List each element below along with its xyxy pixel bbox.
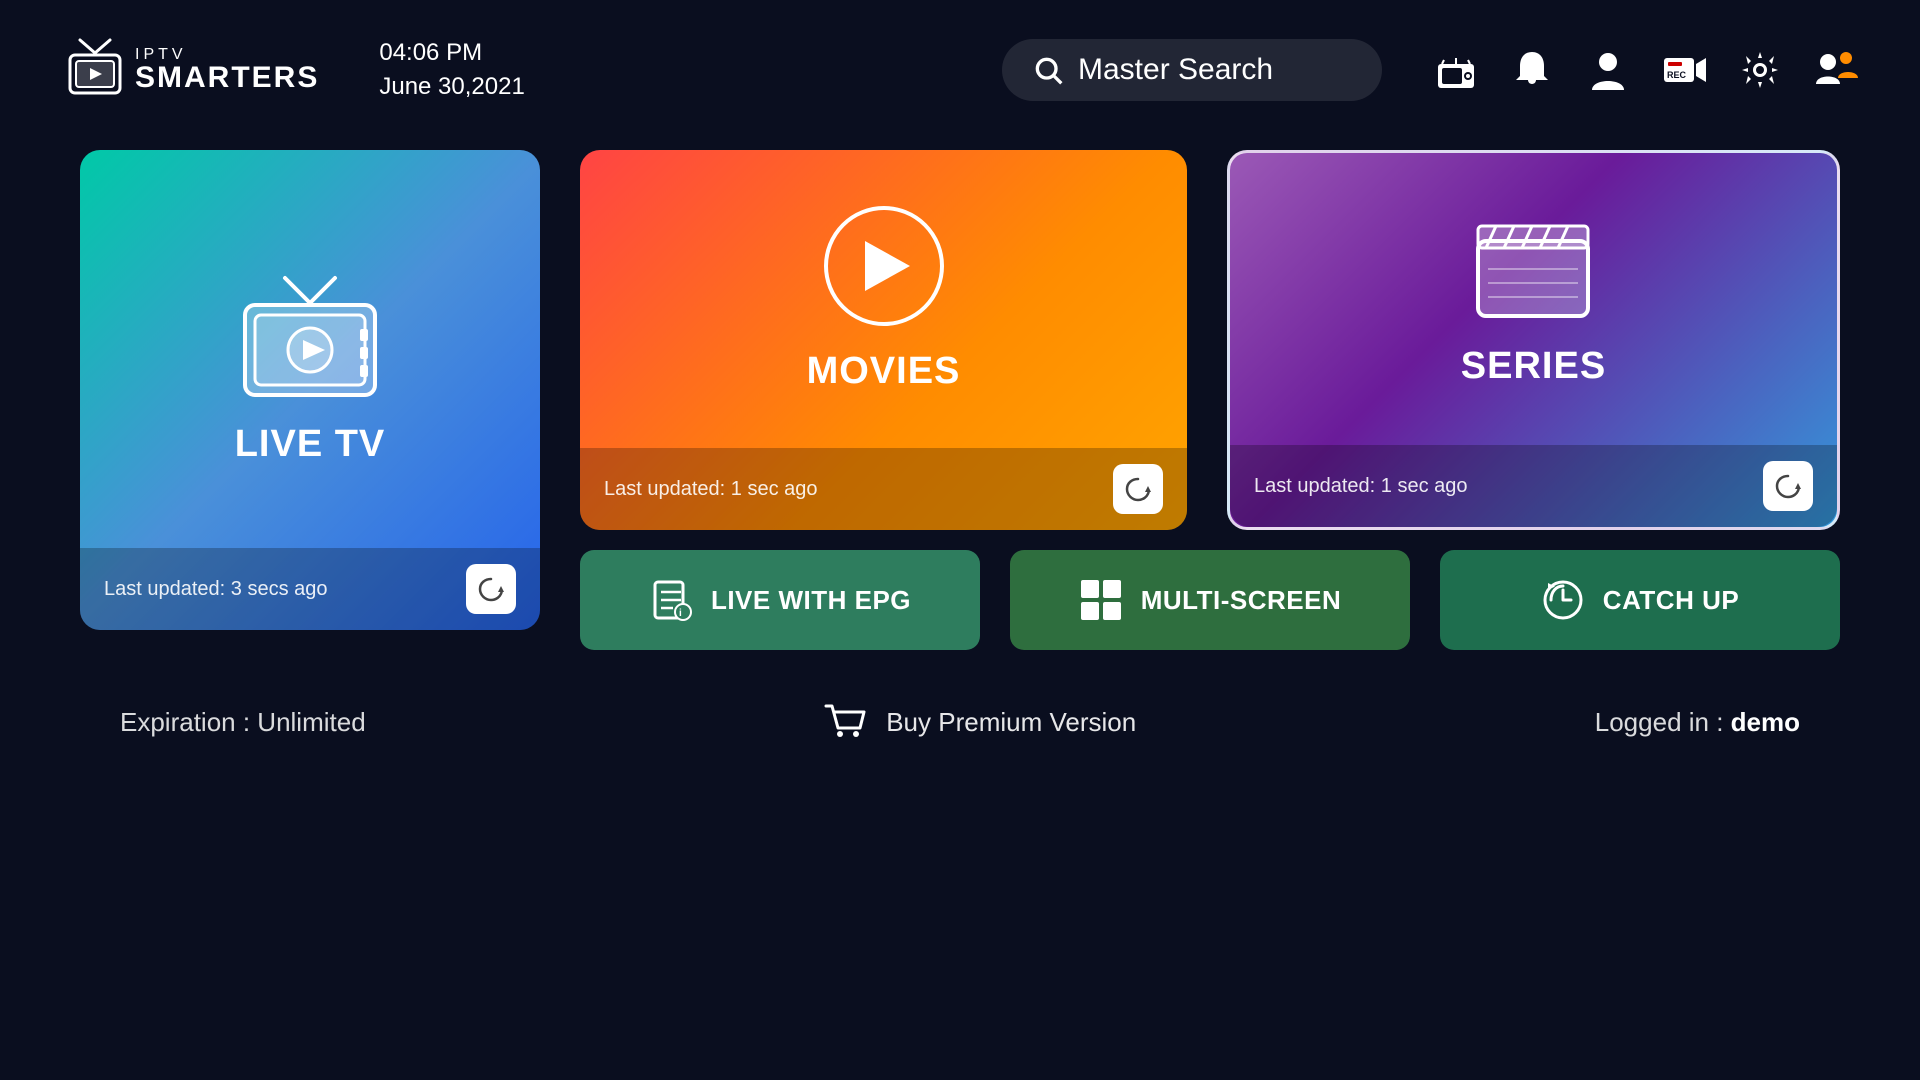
live-tv-icon	[230, 273, 390, 403]
footer: Expiration : Unlimited Buy Premium Versi…	[0, 670, 1920, 774]
series-title: SERIES	[1461, 345, 1606, 388]
movies-card[interactable]: MOVIES Last updated: 1 sec ago	[580, 150, 1187, 530]
series-footer: Last updated: 1 sec ago	[1230, 445, 1837, 527]
live-tv-title: LIVE TV	[235, 423, 386, 466]
refresh-icon	[476, 574, 506, 604]
settings-icon-btn[interactable]	[1736, 46, 1784, 94]
main-content: LIVE TV Last updated: 3 secs ago MOVIES	[0, 150, 1920, 650]
refresh-icon	[1123, 474, 1153, 504]
datetime: 04:06 PM June 30,2021	[379, 36, 524, 103]
series-card[interactable]: SERIES Last updated: 1 sec ago	[1227, 150, 1840, 530]
right-section: MOVIES Last updated: 1 sec ago	[580, 150, 1840, 650]
catchup-icon	[1541, 578, 1585, 622]
header: IPTV SMARTERS 04:06 PM June 30,2021 Mast…	[0, 0, 1920, 140]
svg-text:i: i	[679, 608, 682, 619]
radio-icon-btn[interactable]	[1432, 46, 1480, 94]
live-epg-button[interactable]: i LIVE WITH EPG	[580, 550, 980, 650]
movies-content: MOVIES	[807, 150, 961, 448]
multiscreen-label: MULTI-SCREEN	[1141, 585, 1342, 616]
series-refresh-btn[interactable]	[1763, 461, 1813, 511]
series-last-updated: Last updated: 1 sec ago	[1254, 475, 1468, 498]
movies-title: MOVIES	[807, 350, 961, 393]
buy-premium-button[interactable]: Buy Premium Version	[824, 700, 1136, 744]
refresh-icon	[1773, 471, 1803, 501]
search-label: Master Search	[1078, 53, 1273, 87]
multiscreen-icon	[1079, 578, 1123, 622]
logged-in-area: Logged in : demo	[1595, 707, 1800, 738]
series-clapperboard-icon	[1468, 211, 1598, 321]
search-bar[interactable]: Master Search	[1002, 39, 1382, 101]
current-date: June 30,2021	[379, 70, 524, 104]
user-icon-btn[interactable]	[1584, 46, 1632, 94]
catchup-button[interactable]: CATCH UP	[1440, 550, 1840, 650]
movies-refresh-btn[interactable]	[1113, 464, 1163, 514]
record-icon-btn[interactable]: REC	[1660, 46, 1708, 94]
logged-in-user: demo	[1731, 707, 1800, 737]
header-icons: REC	[1432, 46, 1860, 94]
bottom-buttons: i LIVE WITH EPG MULTI-SCREEN	[580, 550, 1840, 650]
series-content: SERIES	[1461, 153, 1606, 445]
logged-in-label: Logged in :	[1595, 707, 1731, 737]
logged-in-text: Logged in : demo	[1595, 707, 1800, 737]
logo-area: IPTV SMARTERS	[60, 35, 319, 105]
current-time: 04:06 PM	[379, 36, 524, 70]
live-tv-refresh-btn[interactable]	[466, 564, 516, 614]
top-cards: MOVIES Last updated: 1 sec ago	[580, 150, 1840, 530]
multiscreen-button[interactable]: MULTI-SCREEN	[1010, 550, 1410, 650]
movies-play-triangle	[865, 241, 910, 291]
bell-icon	[1510, 48, 1554, 92]
radio-icon	[1434, 48, 1478, 92]
iptv-logo-icon	[60, 35, 130, 105]
record-icon: REC	[1662, 48, 1706, 92]
live-tv-content: LIVE TV	[230, 190, 390, 548]
epg-book-icon: i	[649, 578, 693, 622]
live-tv-card[interactable]: LIVE TV Last updated: 3 secs ago	[80, 150, 540, 630]
movies-last-updated: Last updated: 1 sec ago	[604, 478, 818, 501]
logo-smarters: SMARTERS	[135, 63, 319, 93]
live-tv-last-updated: Last updated: 3 secs ago	[104, 578, 328, 601]
gear-icon	[1738, 48, 1782, 92]
live-tv-footer: Last updated: 3 secs ago	[80, 548, 540, 630]
search-icon	[1032, 54, 1064, 86]
cart-icon	[824, 700, 868, 744]
buy-premium-text: Buy Premium Version	[886, 707, 1136, 738]
movies-play-circle	[824, 206, 944, 326]
svg-text:REC: REC	[1667, 70, 1687, 80]
catchup-label: CATCH UP	[1603, 585, 1739, 616]
movies-footer: Last updated: 1 sec ago	[580, 448, 1187, 530]
profile-switch-icon	[1814, 48, 1858, 92]
live-epg-label: LIVE WITH EPG	[711, 585, 911, 616]
user-icon	[1586, 48, 1630, 92]
expiration-text: Expiration : Unlimited	[120, 707, 366, 738]
logo-text: IPTV SMARTERS	[135, 47, 319, 93]
profile-switch-icon-btn[interactable]	[1812, 46, 1860, 94]
notification-icon-btn[interactable]	[1508, 46, 1556, 94]
